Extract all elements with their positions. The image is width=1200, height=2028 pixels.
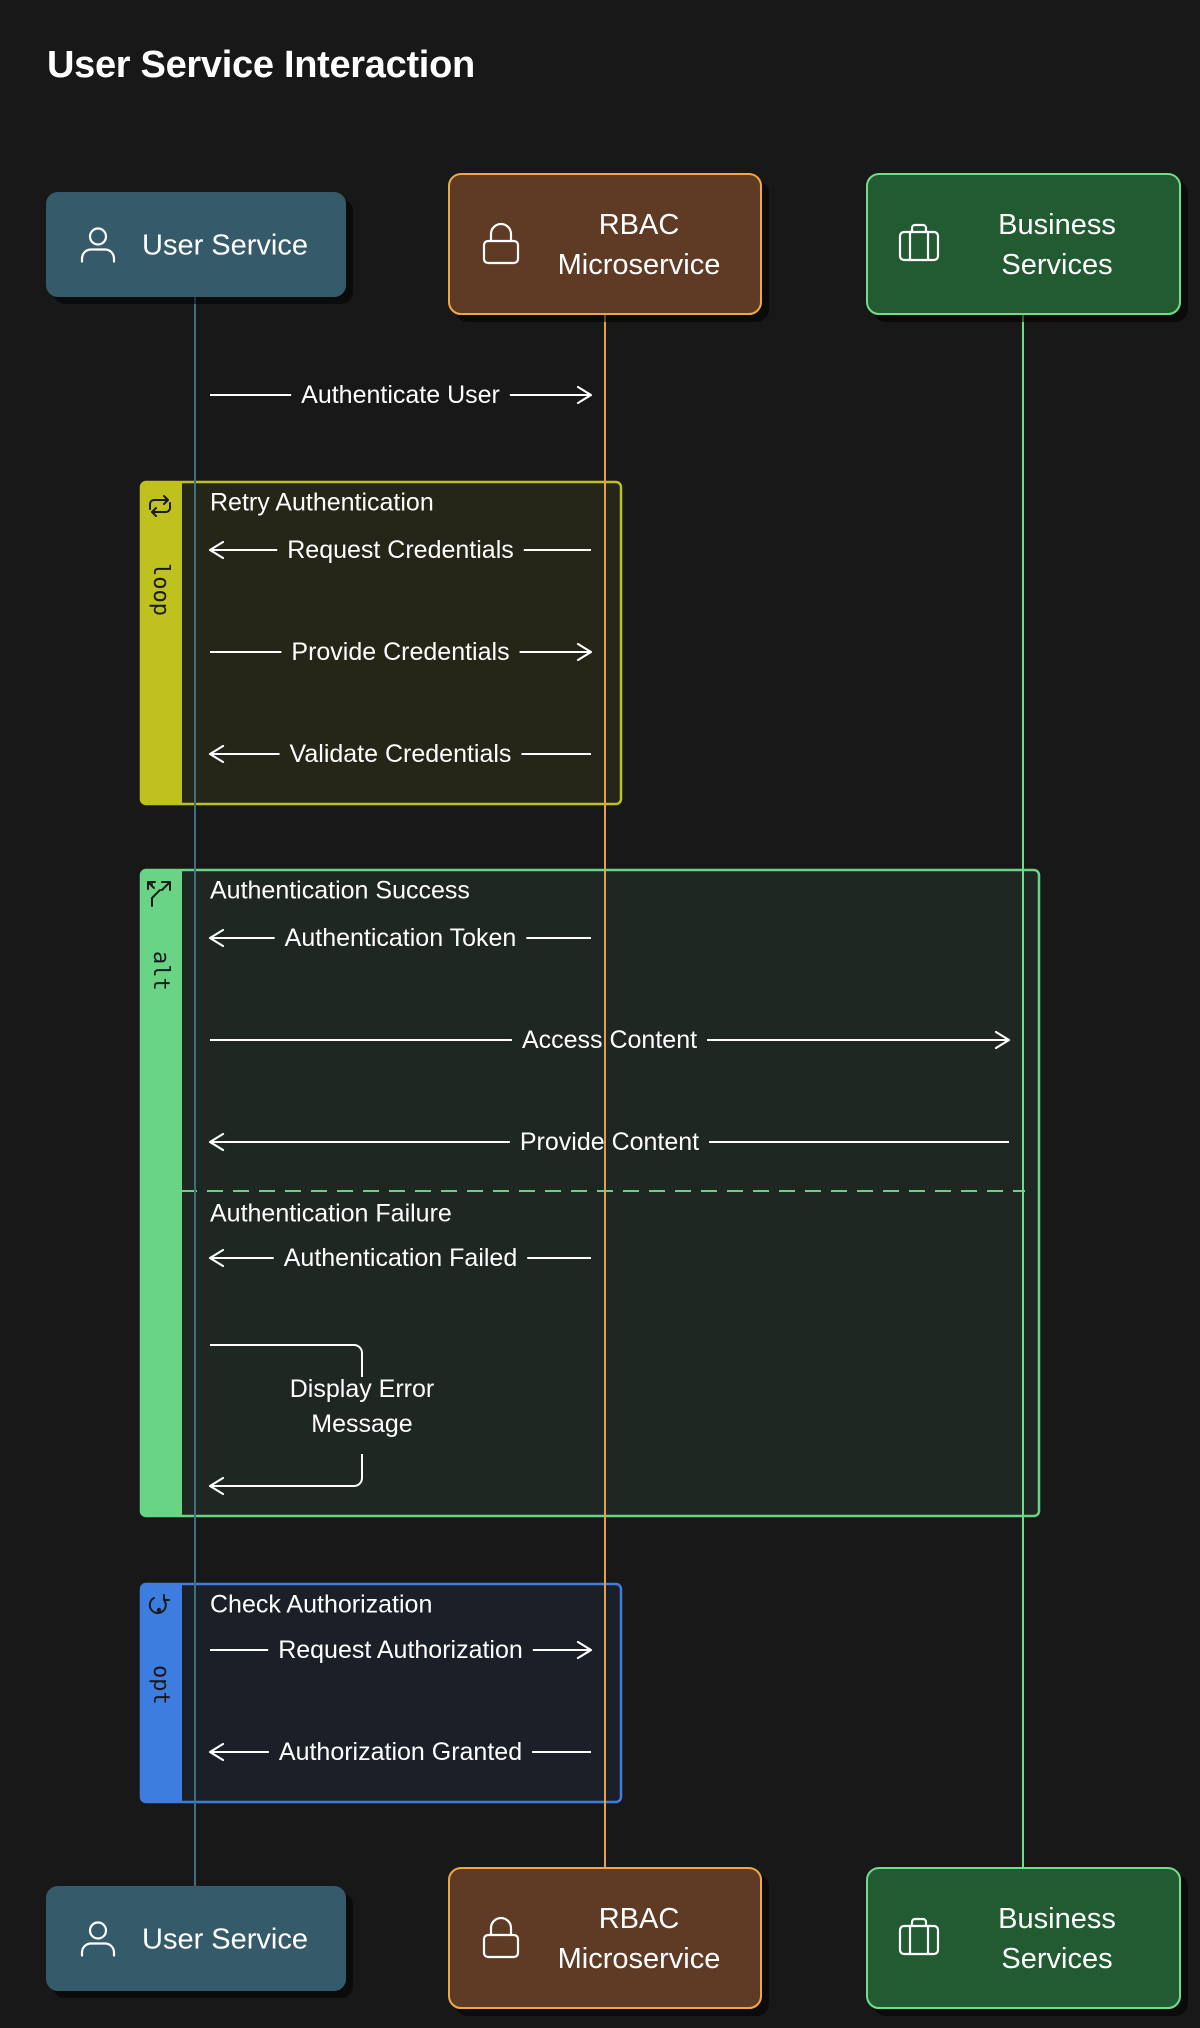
message-validate-credentials-label: Validate Credentials: [290, 740, 512, 768]
message-provide-content-label: Provide Content: [520, 1128, 699, 1156]
message-authorization-granted-label: Authorization Granted: [279, 1738, 522, 1766]
diagram-canvas: User Service Interaction loop Retry Authe…: [0, 0, 1200, 2028]
participant-user-name: User Service: [142, 230, 308, 262]
frame-loop-tag: loop: [148, 563, 173, 616]
frame-opt-label: Check Authorization: [210, 1591, 432, 1619]
participant-biz-box: [866, 173, 1181, 315]
frame-alt: alt Authentication Success Authentication …: [139, 868, 1041, 1518]
frame-alt-tag: alt: [148, 951, 173, 991]
message-authenticate-user: Authenticate User: [210, 381, 593, 409]
participant-rbac-box: [448, 1867, 762, 2009]
message-authentication-token-label: Authentication Token: [285, 924, 517, 952]
sequence-diagram: loop Retry Authentication alt Authenticatio…: [45, 173, 1181, 2009]
participant-rbac-bottom: RBAC Microservice: [448, 1867, 762, 2009]
message-request-credentials-label: Request Credentials: [287, 536, 514, 564]
participant-rbac-box: [448, 173, 762, 315]
participant-user-bottom: User Service: [45, 1885, 347, 1992]
participant-user-top: User Service: [45, 191, 347, 298]
frame-alt-label: Authentication Success: [210, 877, 470, 905]
frame-opt-tag: opt: [148, 1665, 173, 1705]
frame-loop-tag-bar: [141, 482, 182, 804]
participant-user-name: User Service: [142, 1924, 308, 1956]
message-authentication-failed-label: Authentication Failed: [284, 1244, 517, 1272]
frame-opt: opt Check Authorization: [139, 1582, 623, 1804]
frame-loop-label: Retry Authentication: [210, 489, 434, 517]
participant-biz-box: [866, 1867, 1181, 2009]
frame-alt-else-label: Authentication Failure: [210, 1200, 452, 1228]
participant-biz-bottom: Business Services: [866, 1867, 1181, 2009]
message-request-authorization-label: Request Authorization: [278, 1636, 523, 1664]
participant-rbac-top: RBAC Microservice: [448, 173, 762, 315]
message-authenticate-user-label: Authenticate User: [301, 381, 500, 409]
participant-biz-top: Business Services: [866, 173, 1181, 315]
message-provide-credentials-label: Provide Credentials: [291, 638, 509, 666]
message-access-content-label: Access Content: [522, 1026, 697, 1054]
frame-alt-border: [139, 868, 1041, 1518]
